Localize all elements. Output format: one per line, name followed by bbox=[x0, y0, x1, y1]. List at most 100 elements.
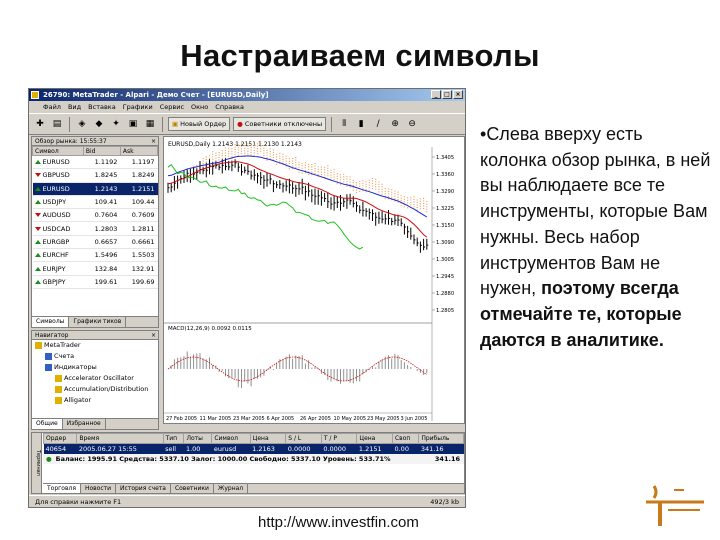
tab[interactable]: Новости bbox=[81, 484, 117, 493]
menu-item[interactable]: Окно bbox=[191, 103, 208, 111]
price-tick-label: 1.3360 bbox=[436, 172, 454, 178]
expert-advisors-button[interactable]: ● Советники отключены bbox=[233, 117, 327, 131]
symbol-name: AUDUSD bbox=[42, 211, 71, 220]
symbol-row[interactable]: AUDUSD 0.7604 0.7609 bbox=[32, 208, 158, 223]
tab[interactable]: Торговля bbox=[43, 484, 81, 493]
column-header[interactable]: Символ bbox=[32, 146, 84, 156]
symbol-row[interactable]: GBPUSD 1.8245 1.8249 bbox=[32, 168, 158, 183]
zoom-out-icon[interactable]: ⊖ bbox=[405, 117, 419, 131]
order-cell: 2005.06.27 15:55 bbox=[76, 443, 164, 454]
close-icon[interactable]: × bbox=[151, 331, 156, 340]
menu-item[interactable]: Графики bbox=[123, 103, 153, 111]
symbol-row[interactable]: EURGBP 0.6657 0.6661 bbox=[32, 235, 158, 250]
menu-item[interactable]: Вид bbox=[68, 103, 81, 111]
candle-chart-icon[interactable]: ▮ bbox=[354, 117, 368, 131]
symbol-row[interactable]: EURCHF 1.5496 1.5503 bbox=[32, 248, 158, 263]
column-header[interactable]: Время bbox=[76, 433, 164, 444]
order-cell: 1.2151 bbox=[356, 443, 393, 454]
column-header[interactable]: Своп bbox=[391, 433, 420, 444]
tree-item-icon bbox=[55, 386, 62, 393]
tab[interactable]: Избранное bbox=[63, 419, 106, 429]
bar-chart-icon[interactable]: ⫴ bbox=[337, 117, 351, 131]
tree-item[interactable]: MetaTrader bbox=[32, 340, 158, 351]
column-header[interactable]: Цена bbox=[356, 433, 393, 444]
tree-item-label: MetaTrader bbox=[44, 341, 81, 349]
column-header[interactable]: T / P bbox=[320, 433, 358, 444]
chart-window[interactable]: EURUSD,Daily 1.2143 1.2151 1.2130 1.2143… bbox=[163, 136, 465, 424]
column-header[interactable]: Прибыль bbox=[418, 433, 464, 444]
terminal-side-label: Терминал bbox=[32, 433, 42, 493]
maximize-button[interactable]: □ bbox=[442, 90, 452, 99]
symbol-row[interactable]: USDCAD 1.2803 1.2811 bbox=[32, 221, 158, 236]
symbol-cell: GBPJPY bbox=[32, 275, 84, 289]
column-header[interactable]: Цена bbox=[249, 433, 287, 444]
price-chart[interactable]: EURUSD,Daily 1.2143 1.2151 1.2130 1.2143… bbox=[164, 137, 464, 423]
tab[interactable]: Советники bbox=[171, 484, 214, 493]
symbol-name: EURUSD bbox=[42, 184, 70, 193]
market-watch-icon[interactable]: ◈ bbox=[75, 117, 89, 131]
menu-item[interactable]: Справка bbox=[215, 103, 244, 111]
symbol-name: EURGBP bbox=[42, 237, 70, 246]
symbol-row[interactable]: EURUSD 1.1192 1.1197 bbox=[32, 155, 158, 170]
close-icon[interactable]: × bbox=[151, 137, 156, 146]
order-row[interactable]: 40654 2005.06.27 15:55 sell 1.00 eurusd 1.216… bbox=[43, 443, 464, 454]
column-header[interactable]: S / L bbox=[285, 433, 322, 444]
bid-cell: 132.84 bbox=[83, 261, 121, 276]
tree-item-icon bbox=[55, 375, 62, 382]
column-header[interactable]: Лоты bbox=[183, 433, 213, 444]
menu-item[interactable]: Сервис bbox=[160, 103, 184, 111]
order-cell: 0.0000 bbox=[285, 443, 322, 454]
date-tick-label: 11 Mar 2005 bbox=[200, 416, 232, 422]
tree-item[interactable]: Accumulation/Distribution bbox=[32, 384, 158, 395]
column-header[interactable]: Ask bbox=[119, 146, 159, 156]
bid-cell: 0.7604 bbox=[83, 208, 121, 223]
menu-bar: Файл Вид Вставка Графики Сервис Окно Справка bbox=[29, 101, 465, 112]
tree-item[interactable]: Индикаторы bbox=[32, 362, 158, 373]
arrow-up-icon bbox=[34, 160, 41, 165]
zoom-in-icon[interactable]: ⊕ bbox=[388, 117, 402, 131]
symbol-row[interactable]: EURJPY 132.84 132.91 bbox=[32, 261, 158, 276]
market-watch-tabs: Символы Графики тиков bbox=[32, 316, 158, 327]
tester-icon[interactable]: ▦ bbox=[143, 117, 157, 131]
tree-item[interactable]: Accelerator Oscillator bbox=[32, 373, 158, 384]
order-cell: 1.2163 bbox=[250, 443, 286, 454]
data-window-icon[interactable]: ◆ bbox=[92, 117, 106, 131]
profiles-icon[interactable]: ▤ bbox=[50, 117, 64, 131]
symbol-row[interactable]: EURUSD 1.2143 1.2151 bbox=[32, 182, 158, 196]
column-header[interactable]: Bid bbox=[82, 146, 121, 156]
price-tick-label: 1.3005 bbox=[436, 257, 454, 263]
tree-item-label: Accumulation/Distribution bbox=[64, 385, 149, 393]
balance-total: 341.16 bbox=[434, 454, 460, 463]
line-chart-icon[interactable]: ∕ bbox=[371, 117, 385, 131]
tab[interactable]: Журнал bbox=[214, 484, 249, 493]
price-tick-label: 1.3150 bbox=[436, 223, 454, 229]
tab[interactable]: Общие bbox=[32, 419, 63, 429]
terminal-tabs: Торговля Новости История счета Советники Жур… bbox=[43, 483, 464, 493]
arrow-up-icon bbox=[34, 239, 41, 244]
tab[interactable]: Символы bbox=[32, 317, 70, 327]
toolbar-separator bbox=[331, 116, 333, 132]
navigator-icon[interactable]: ✦ bbox=[109, 117, 123, 131]
menu-item[interactable]: Файл bbox=[43, 103, 61, 111]
new-chart-icon[interactable]: ✚ bbox=[33, 117, 47, 131]
minimize-button[interactable]: _ bbox=[431, 90, 441, 99]
new-order-button[interactable]: ▣ Новый Ордер bbox=[168, 117, 231, 131]
tab[interactable]: История счета bbox=[116, 484, 171, 493]
ask-cell: 1.8249 bbox=[120, 168, 158, 183]
column-header[interactable]: Ордер bbox=[42, 433, 78, 444]
terminal-icon[interactable]: ▣ bbox=[126, 117, 140, 131]
tab[interactable]: Графики тиков bbox=[69, 317, 127, 327]
column-header[interactable]: Символ bbox=[211, 433, 251, 444]
balance-icon: ● bbox=[46, 454, 52, 463]
symbol-row[interactable]: GBPJPY 199.61 199.69 bbox=[32, 275, 158, 289]
order-cell: eurusd bbox=[211, 443, 251, 454]
column-header[interactable]: Тип bbox=[162, 433, 185, 444]
tree-item[interactable]: Alligator bbox=[32, 395, 158, 406]
symbol-row[interactable]: USDJPY 109.41 109.44 bbox=[32, 195, 158, 210]
tree-item-label: Accelerator Oscillator bbox=[64, 374, 134, 382]
ask-cell: 0.6661 bbox=[120, 235, 158, 250]
tree-item[interactable]: Счета bbox=[32, 351, 158, 362]
indicator-label: MACD(12,26,9) 0.0092 0.0115 bbox=[168, 326, 252, 332]
menu-item[interactable]: Вставка bbox=[88, 103, 116, 111]
close-button[interactable]: × bbox=[453, 90, 463, 99]
